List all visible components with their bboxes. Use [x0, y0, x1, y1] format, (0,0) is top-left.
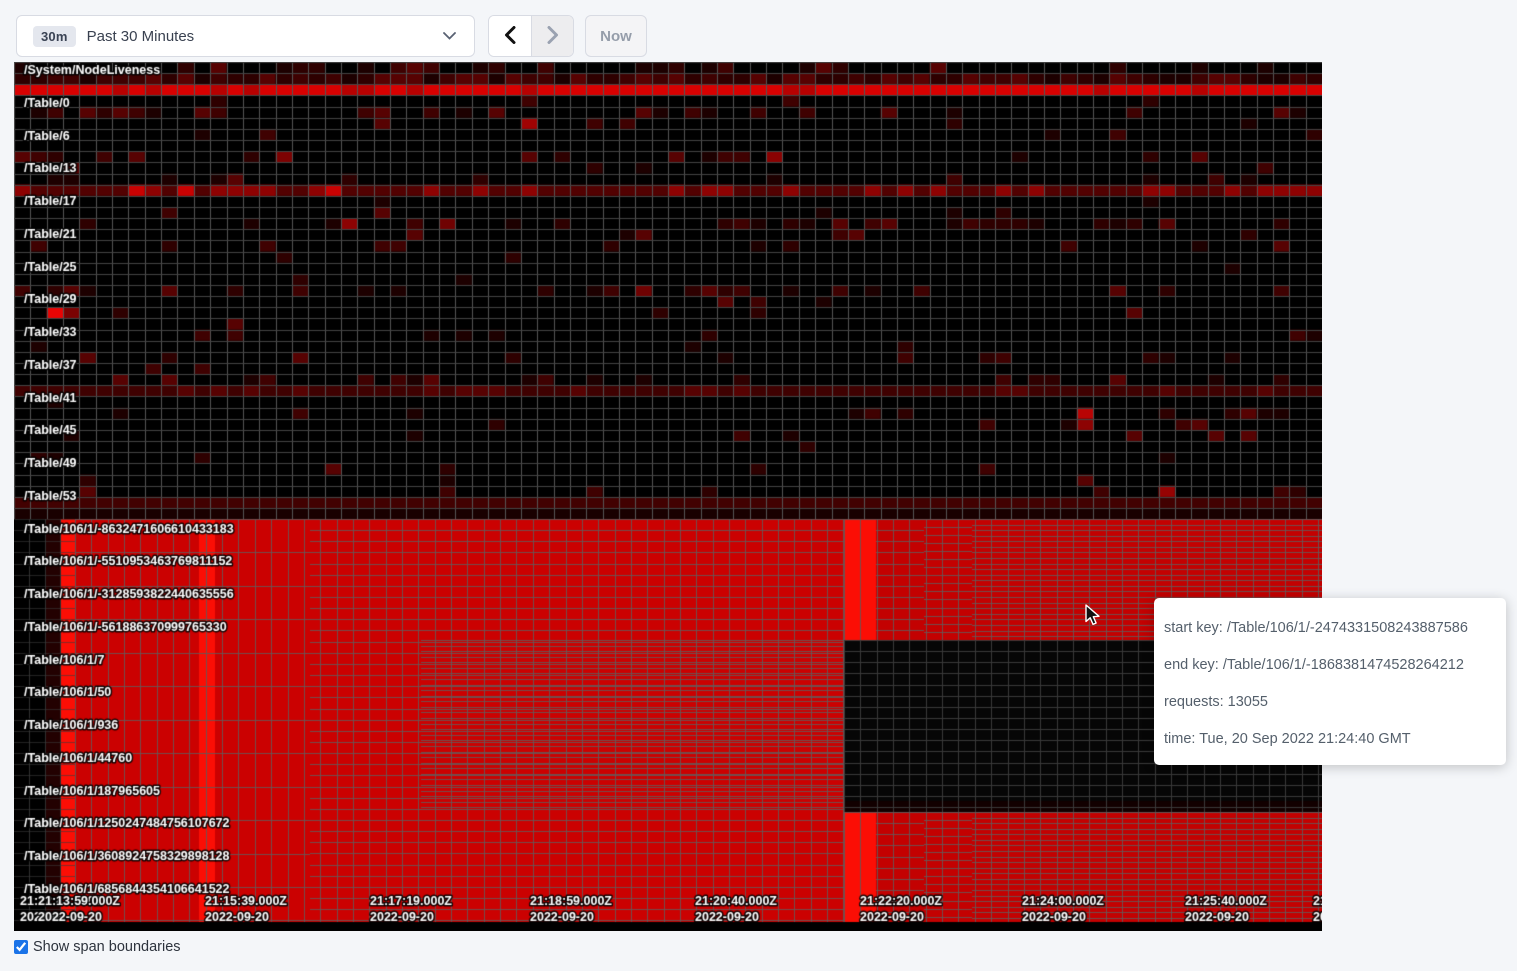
prev-time-button[interactable] — [489, 16, 531, 56]
key-visualizer-heatmap[interactable] — [14, 62, 1322, 931]
time-range-badge: 30m — [33, 26, 76, 47]
time-range-label: Past 30 Minutes — [87, 28, 195, 45]
show-span-boundaries-label: Show span boundaries — [33, 939, 181, 955]
tooltip-start-key: start key: /Table/106/1/-247433150824388… — [1164, 620, 1496, 636]
tooltip-end-key: end key: /Table/106/1/-18683814745282642… — [1164, 657, 1496, 673]
chevron-down-icon — [443, 32, 456, 40]
tooltip-time: time: Tue, 20 Sep 2022 21:24:40 GMT — [1164, 731, 1496, 747]
now-button[interactable]: Now — [585, 15, 647, 57]
time-range-dropdown[interactable]: 30m Past 30 Minutes — [16, 15, 475, 57]
range-tooltip: start key: /Table/106/1/-247433150824388… — [1154, 598, 1506, 765]
span-boundaries-row: Show span boundaries — [14, 939, 181, 955]
show-span-boundaries-checkbox[interactable] — [14, 940, 28, 954]
chevron-right-icon — [547, 26, 559, 47]
time-nav-group — [488, 15, 574, 57]
chevron-left-icon — [504, 26, 516, 47]
next-time-button[interactable] — [531, 16, 573, 56]
tooltip-requests: requests: 13055 — [1164, 694, 1496, 710]
